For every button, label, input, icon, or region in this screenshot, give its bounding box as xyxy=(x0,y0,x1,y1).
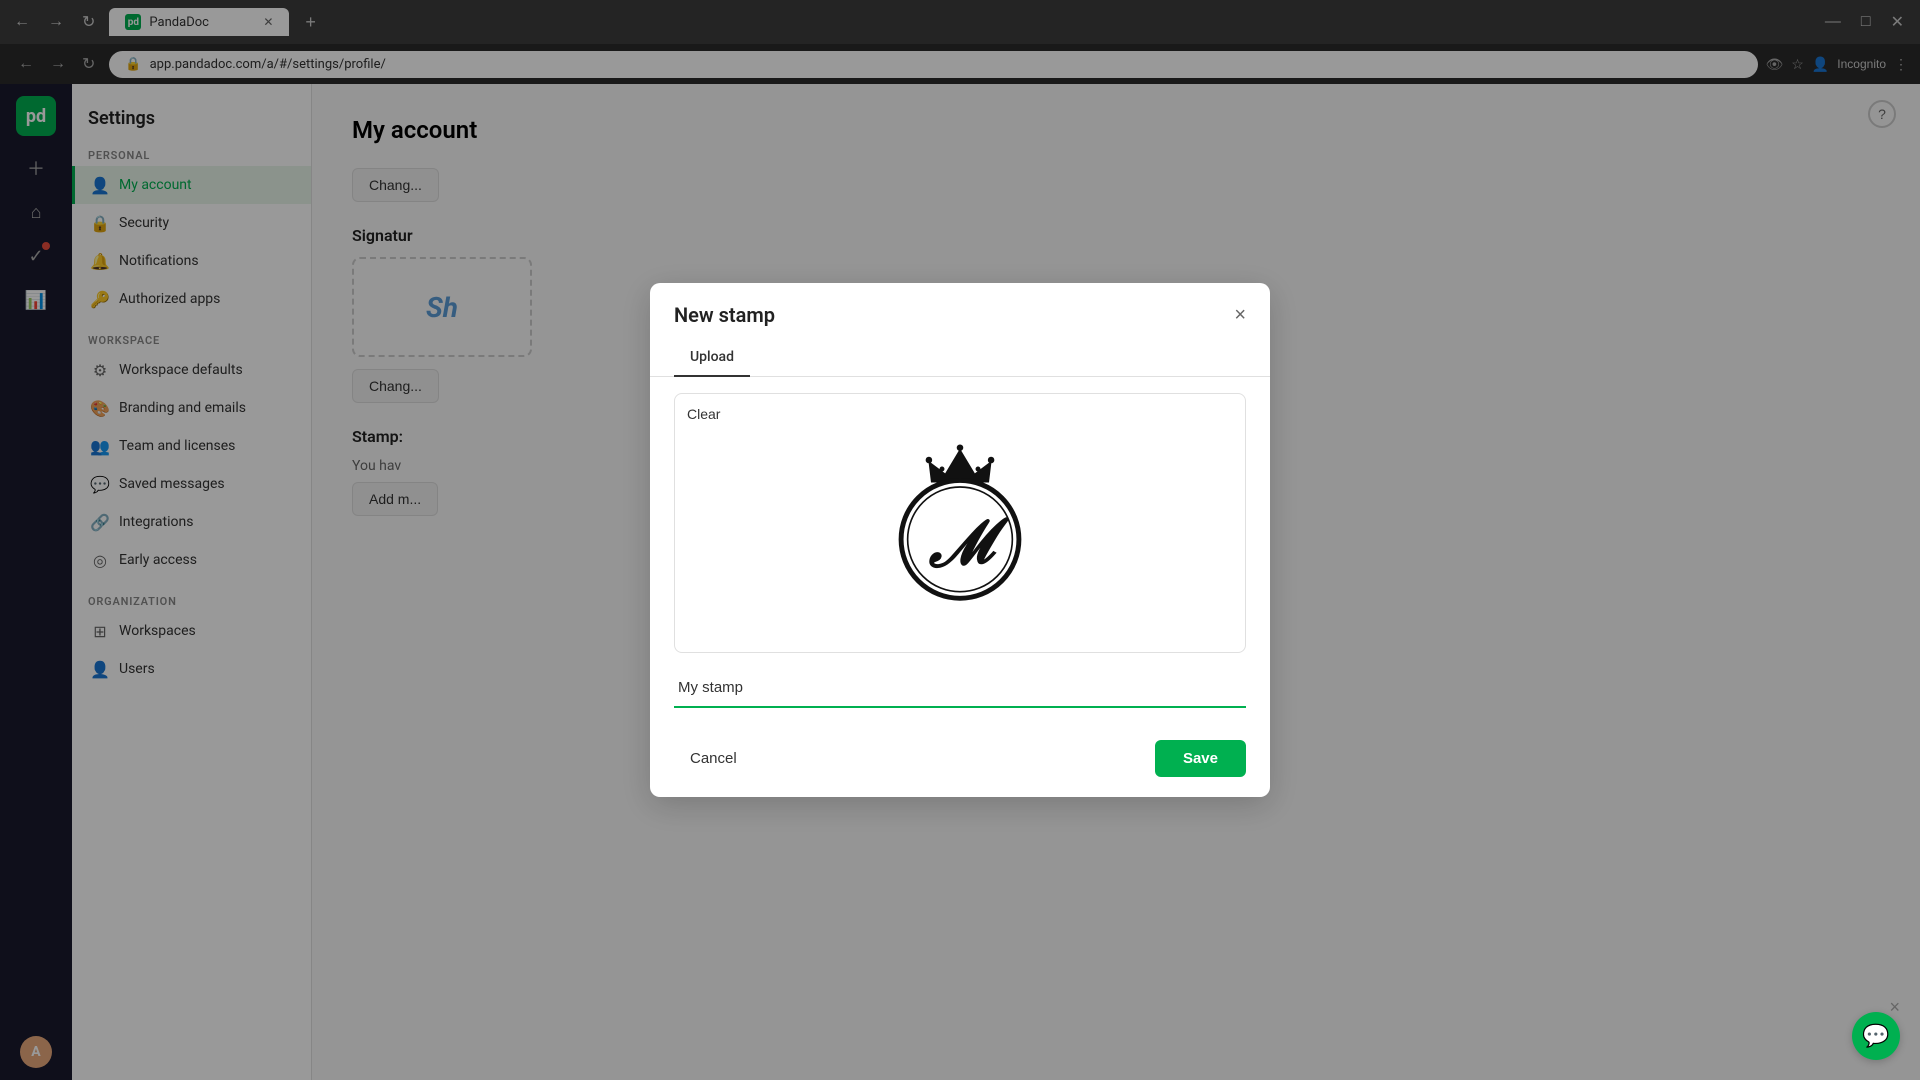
modal-tabs: Upload xyxy=(650,339,1270,377)
cancel-button[interactable]: Cancel xyxy=(674,742,753,775)
save-button[interactable]: Save xyxy=(1155,740,1246,777)
chat-close-button[interactable]: × xyxy=(1889,997,1900,1018)
stamp-image: 𝓜 xyxy=(870,433,1050,613)
svg-text:𝓜: 𝓜 xyxy=(924,508,1014,580)
tab-upload[interactable]: Upload xyxy=(674,339,750,377)
modal-body: Clear xyxy=(650,377,1270,724)
stamp-name-input[interactable] xyxy=(674,669,1246,708)
modal-footer: Cancel Save xyxy=(650,724,1270,797)
modal-header: New stamp × xyxy=(650,283,1270,327)
chat-bubble[interactable]: 💬 xyxy=(1852,1012,1900,1060)
modal-title: New stamp xyxy=(674,303,775,327)
modal-close-button[interactable]: × xyxy=(1234,305,1246,325)
stamp-preview-area: Clear xyxy=(674,393,1246,653)
modal-overlay: New stamp × Upload Clear xyxy=(0,0,1920,1080)
new-stamp-modal: New stamp × Upload Clear xyxy=(650,283,1270,797)
clear-button[interactable]: Clear xyxy=(687,406,720,422)
